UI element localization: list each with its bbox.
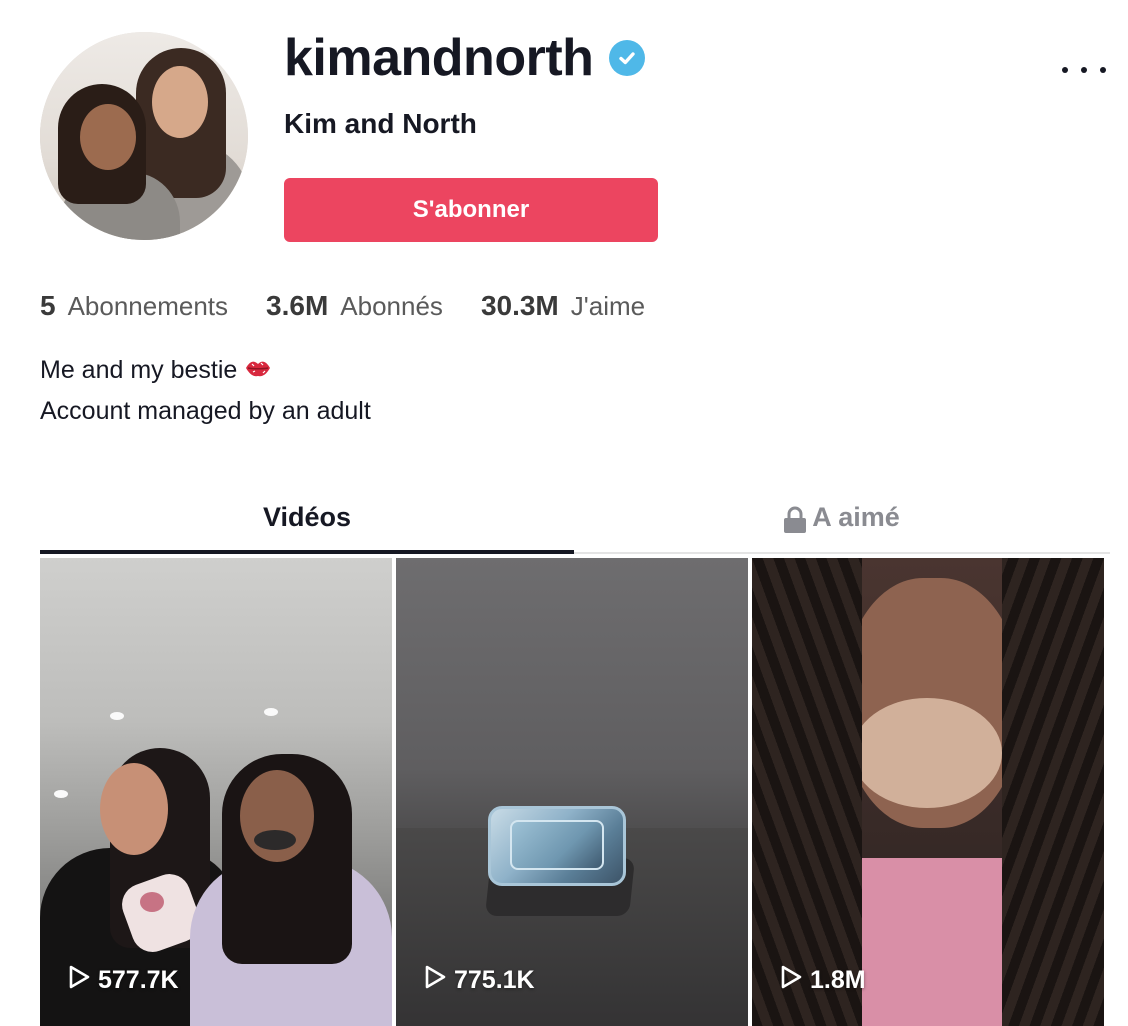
stat-following-label: Abonnements xyxy=(67,291,229,321)
more-options-icon[interactable] xyxy=(1062,60,1106,80)
stat-following-count: 5 xyxy=(40,290,56,321)
video-view-count: 1.8M xyxy=(780,965,866,996)
profile-username: kimandnorth xyxy=(284,28,646,88)
video-views-text: 577.7K xyxy=(98,966,179,994)
video-view-count: 775.1K xyxy=(424,965,535,996)
tab-liked[interactable]: A aimé xyxy=(574,496,1108,554)
stat-followers-label: Abonnés xyxy=(340,291,443,321)
video-thumbnail[interactable]: 577.7K xyxy=(40,558,392,1026)
video-grid: 577.7K 775.1K 1.8M xyxy=(40,558,1104,1026)
stat-followers[interactable]: 3.6M Abonnés xyxy=(266,290,443,322)
verified-badge-icon xyxy=(609,40,646,76)
stat-following[interactable]: 5 Abonnements xyxy=(40,290,228,322)
play-icon xyxy=(68,965,90,996)
video-view-count: 577.7K xyxy=(68,965,179,996)
lock-icon xyxy=(782,506,808,541)
video-thumbnail[interactable]: 775.1K xyxy=(396,558,748,1026)
video-thumbnail[interactable]: 1.8M xyxy=(752,558,1104,1026)
play-icon xyxy=(780,965,802,996)
stat-likes: 30.3M J'aime xyxy=(481,290,645,322)
profile-bio: Me and my bestie Account managed by an a… xyxy=(40,350,371,431)
bio-line-1: Me and my bestie xyxy=(40,350,371,391)
tab-videos-label: Vidéos xyxy=(262,502,352,532)
profile-tabs: Vidéos A aimé xyxy=(40,496,1110,554)
video-views-text: 775.1K xyxy=(454,966,535,994)
video-views-text: 1.8M xyxy=(810,966,866,994)
username-text: kimandnorth xyxy=(284,29,594,87)
avatar[interactable] xyxy=(40,32,248,240)
profile-page: kimandnorth Kim and North S'abonner 5 Ab… xyxy=(0,0,1128,1026)
kiss-lips-icon xyxy=(244,351,272,391)
bio-line-2: Account managed by an adult xyxy=(40,397,371,426)
tab-videos[interactable]: Vidéos xyxy=(40,496,574,554)
stat-likes-label: J'aime xyxy=(570,291,646,321)
tab-liked-label: A aimé xyxy=(812,502,900,532)
play-icon xyxy=(424,965,446,996)
profile-stats: 5 Abonnements 3.6M Abonnés 30.3M J'aime xyxy=(40,290,683,322)
bio-line-1-text: Me and my bestie xyxy=(40,356,238,384)
follow-button[interactable]: S'abonner xyxy=(284,178,658,242)
stat-followers-count: 3.6M xyxy=(266,290,329,321)
stat-likes-count: 30.3M xyxy=(480,290,559,321)
profile-display-name: Kim and North xyxy=(284,108,477,139)
